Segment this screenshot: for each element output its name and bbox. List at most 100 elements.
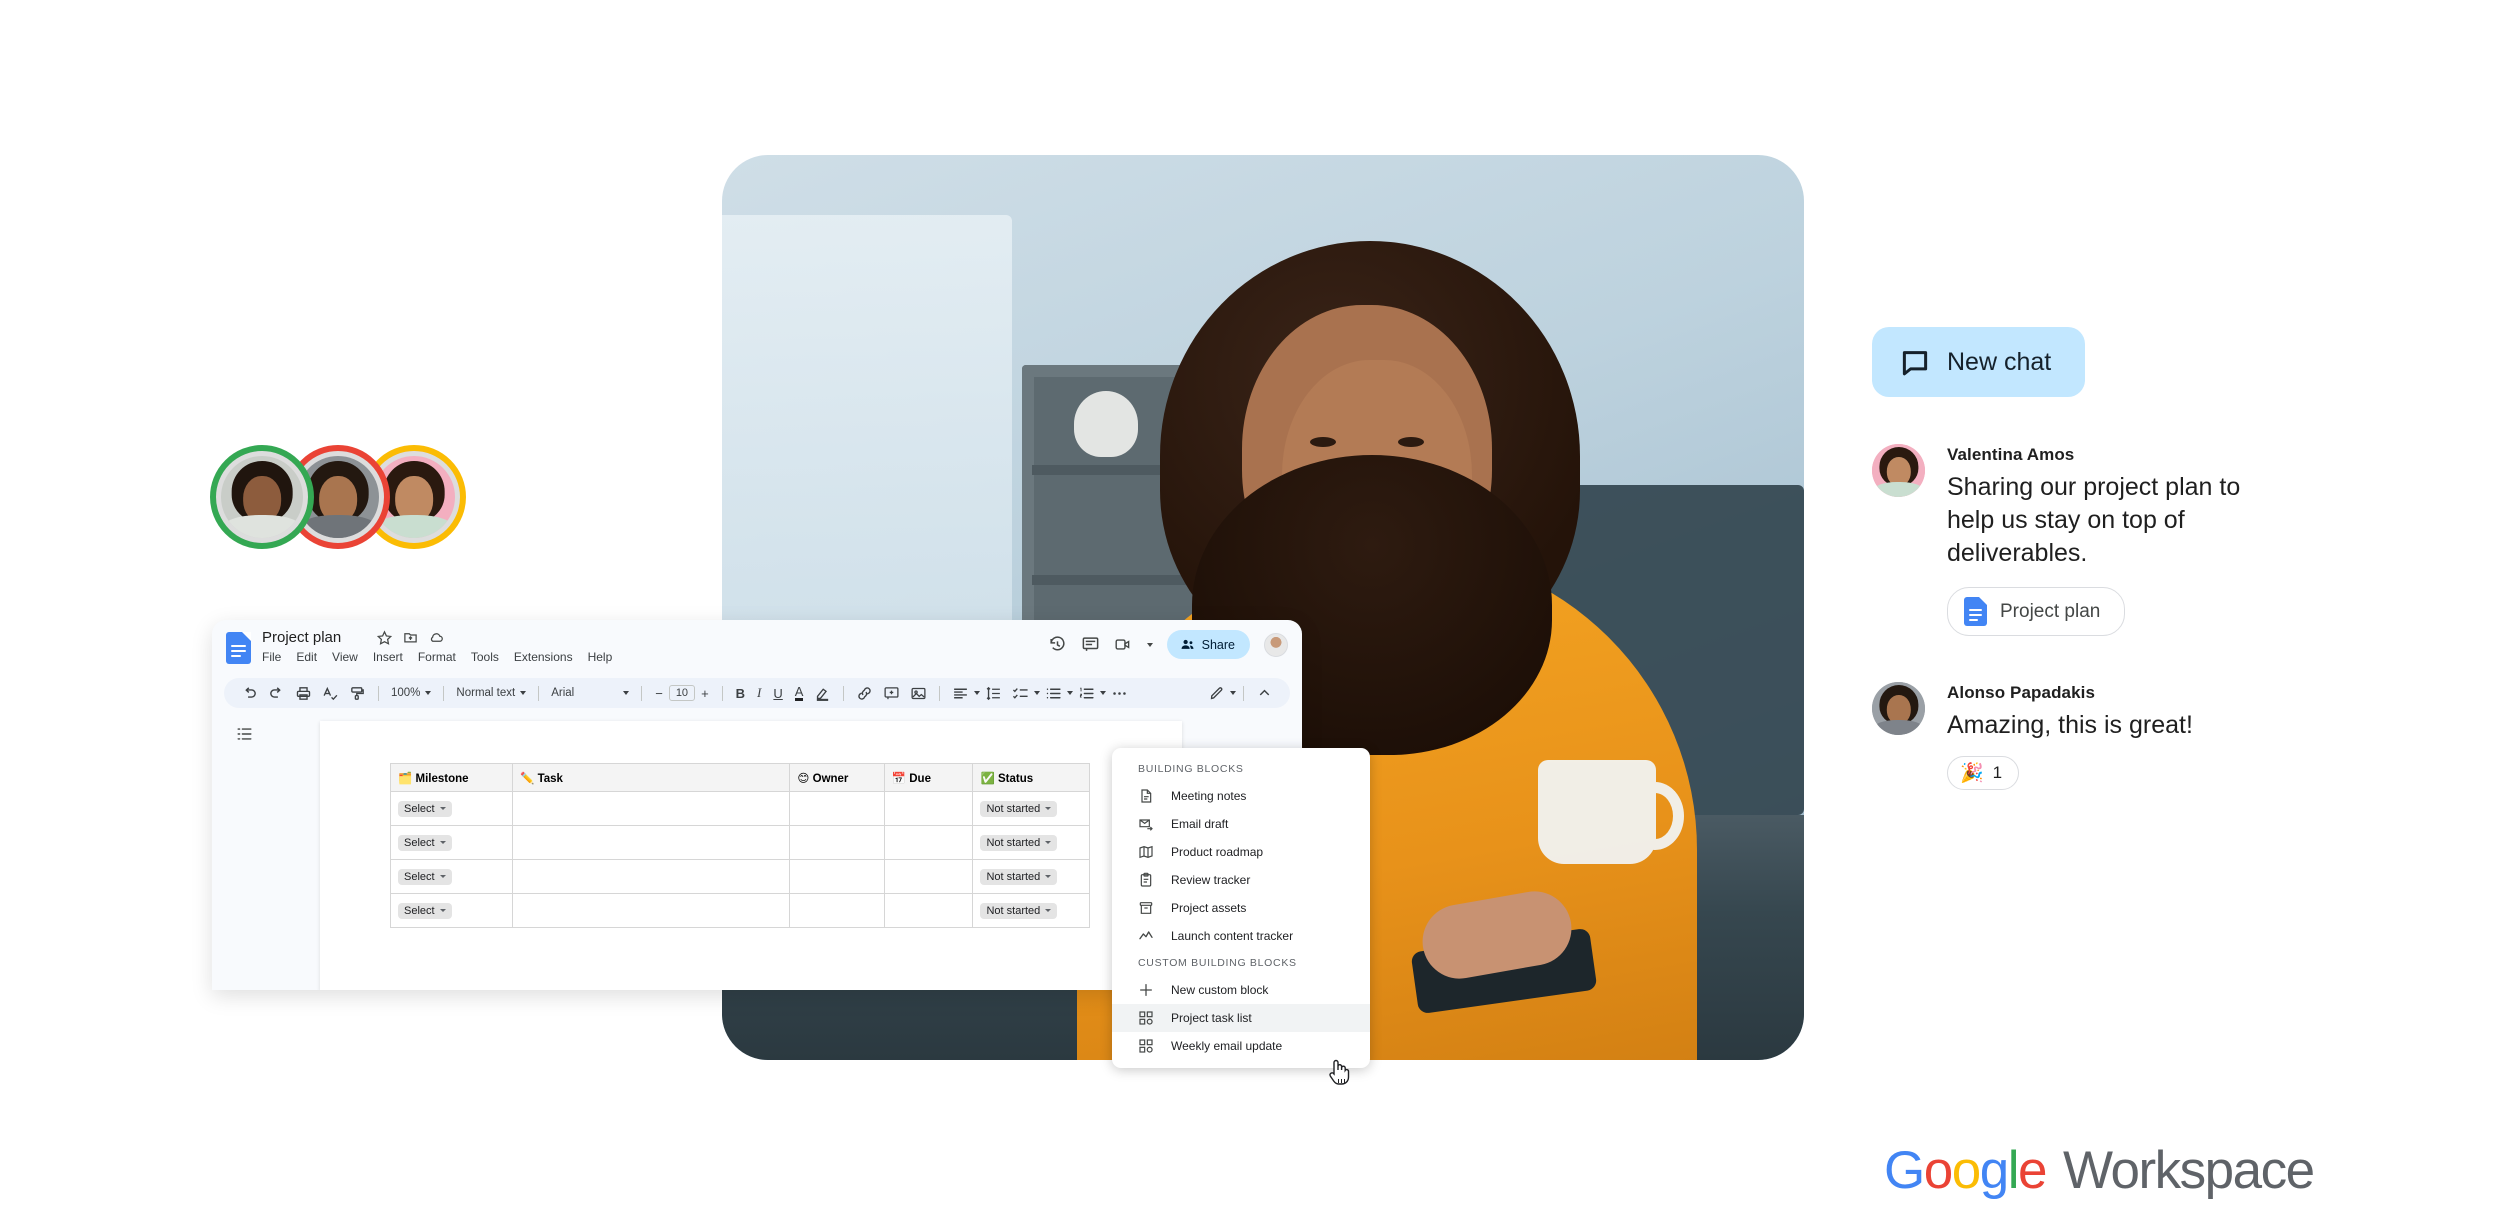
share-button[interactable]: Share <box>1166 630 1250 659</box>
cell-task[interactable] <box>512 825 791 860</box>
cell-owner[interactable] <box>789 893 885 928</box>
cell-task[interactable] <box>512 893 791 928</box>
logo-letter-g2: g <box>1979 1141 2009 1200</box>
zoom-value: 100% <box>391 687 421 699</box>
cell-due[interactable] <box>883 859 974 894</box>
menu-view[interactable]: View <box>332 650 358 664</box>
milestone-select-chip[interactable]: Select <box>398 800 452 817</box>
align-icon[interactable] <box>952 685 969 702</box>
cell-status[interactable]: Not started <box>972 893 1090 928</box>
star-icon[interactable] <box>377 630 392 645</box>
menu-item-product-roadmap[interactable]: Product roadmap <box>1112 838 1370 866</box>
chevron-down-icon[interactable] <box>974 691 981 695</box>
chevron-down-icon <box>520 691 527 695</box>
status-chip[interactable]: Not started <box>980 868 1058 885</box>
more-options-icon[interactable] <box>1111 685 1128 702</box>
reaction-chip[interactable]: 🎉 1 <box>1947 756 2020 790</box>
font-size-input[interactable]: 10 <box>668 685 696 701</box>
menu-item-new-custom-block[interactable]: New custom block <box>1112 976 1370 1004</box>
paragraph-style-dropdown[interactable]: Normal text <box>456 687 527 699</box>
menu-item-project-task-list[interactable]: Project task list <box>1112 1004 1370 1032</box>
chevron-down-icon[interactable] <box>1100 691 1107 695</box>
numbered-list-icon[interactable] <box>1078 685 1095 702</box>
text-color-button[interactable]: A <box>794 685 804 701</box>
menu-item-review-tracker[interactable]: Review tracker <box>1112 866 1370 894</box>
cell-due[interactable] <box>883 893 974 928</box>
version-history-icon[interactable] <box>1048 635 1067 654</box>
menu-extensions[interactable]: Extensions <box>514 650 573 664</box>
status-chip[interactable]: Not started <box>980 800 1058 817</box>
menu-insert[interactable]: Insert <box>373 650 403 664</box>
cell-owner[interactable] <box>789 825 885 860</box>
menu-item-email-draft[interactable]: Email draft <box>1112 810 1370 838</box>
comment-icon[interactable] <box>1081 635 1100 654</box>
print-icon[interactable] <box>295 685 312 702</box>
line-spacing-icon[interactable] <box>985 685 1002 702</box>
meet-chevron-down-icon[interactable] <box>1146 642 1153 647</box>
cell-milestone[interactable]: Select <box>389 791 514 826</box>
cell-owner[interactable] <box>789 791 885 826</box>
menu-item-meeting-notes[interactable]: Meeting notes <box>1112 782 1370 810</box>
cell-milestone[interactable]: Select <box>389 893 514 928</box>
cell-status[interactable]: Not started <box>972 859 1090 894</box>
cell-task[interactable] <box>512 859 791 894</box>
menu-help[interactable]: Help <box>588 650 613 664</box>
insert-link-icon[interactable] <box>856 685 873 702</box>
document-title[interactable]: Project plan <box>262 629 341 646</box>
menu-item-label: Review tracker <box>1171 873 1251 887</box>
highlight-icon[interactable] <box>814 685 831 702</box>
bulleted-list-icon[interactable] <box>1045 685 1062 702</box>
account-avatar[interactable] <box>1264 632 1288 657</box>
cell-due[interactable] <box>883 825 974 860</box>
menu-item-project-assets[interactable]: Project assets <box>1112 894 1370 922</box>
milestone-select-chip[interactable]: Select <box>398 868 452 885</box>
menu-item-launch-content-tracker[interactable]: Launch content tracker <box>1112 922 1370 950</box>
paint-format-icon[interactable] <box>349 685 366 702</box>
checklist-icon[interactable] <box>1012 685 1029 702</box>
font-size-decrease[interactable]: − <box>655 686 663 701</box>
message-text: Amazing, this is great! <box>1947 711 2193 739</box>
zoom-dropdown[interactable]: 100% <box>391 687 432 699</box>
menu-file[interactable]: File <box>262 650 281 664</box>
cell-owner[interactable] <box>789 859 885 894</box>
chevron-down-icon[interactable] <box>1067 691 1074 695</box>
document-page: 🗂️ Milestone ✏️ Task 😊 Owner 📅 Due ✅ Sta… <box>320 721 1182 990</box>
spellcheck-icon[interactable] <box>322 685 339 702</box>
chevron-down-icon <box>1045 909 1052 912</box>
font-dropdown[interactable]: Arial <box>551 687 630 699</box>
status-emoji: ✅ <box>980 772 995 785</box>
status-chip[interactable]: Not started <box>980 902 1058 919</box>
cell-due[interactable] <box>883 791 974 826</box>
cell-status[interactable]: Not started <box>972 791 1090 826</box>
status-chip[interactable]: Not started <box>980 834 1058 851</box>
collapse-toolbar-icon[interactable] <box>1256 685 1273 702</box>
attachment-chip-project-plan[interactable]: Project plan <box>1947 587 2126 636</box>
undo-icon[interactable] <box>241 685 258 702</box>
redo-icon[interactable] <box>268 685 285 702</box>
chevron-down-icon[interactable] <box>1230 691 1236 695</box>
menu-edit[interactable]: Edit <box>296 650 317 664</box>
new-chat-button[interactable]: New chat <box>1872 327 2086 397</box>
edit-mode-pencil-icon[interactable] <box>1208 685 1225 702</box>
pointing-hand-cursor <box>1329 1059 1350 1085</box>
menu-tools[interactable]: Tools <box>471 650 499 664</box>
document-outline-icon[interactable] <box>236 727 253 741</box>
milestone-select-chip[interactable]: Select <box>398 834 452 851</box>
cell-milestone[interactable]: Select <box>389 859 514 894</box>
cell-task[interactable] <box>512 791 791 826</box>
milestone-select-chip[interactable]: Select <box>398 902 452 919</box>
italic-button[interactable]: I <box>757 685 761 701</box>
bold-button[interactable]: B <box>736 686 745 701</box>
add-comment-icon[interactable] <box>883 685 900 702</box>
menu-format[interactable]: Format <box>418 650 456 664</box>
underline-button[interactable]: U <box>773 686 782 701</box>
cell-status[interactable]: Not started <box>972 825 1090 860</box>
font-size-increase[interactable]: + <box>701 686 709 701</box>
meet-camera-icon[interactable] <box>1114 635 1133 654</box>
cell-milestone[interactable]: Select <box>389 825 514 860</box>
insert-image-icon[interactable] <box>910 685 927 702</box>
chevron-down-icon[interactable] <box>1034 691 1041 695</box>
move-to-folder-icon[interactable] <box>403 630 418 645</box>
logo-letter-e: e <box>2017 1141 2047 1200</box>
cloud-saved-icon[interactable] <box>429 630 444 645</box>
